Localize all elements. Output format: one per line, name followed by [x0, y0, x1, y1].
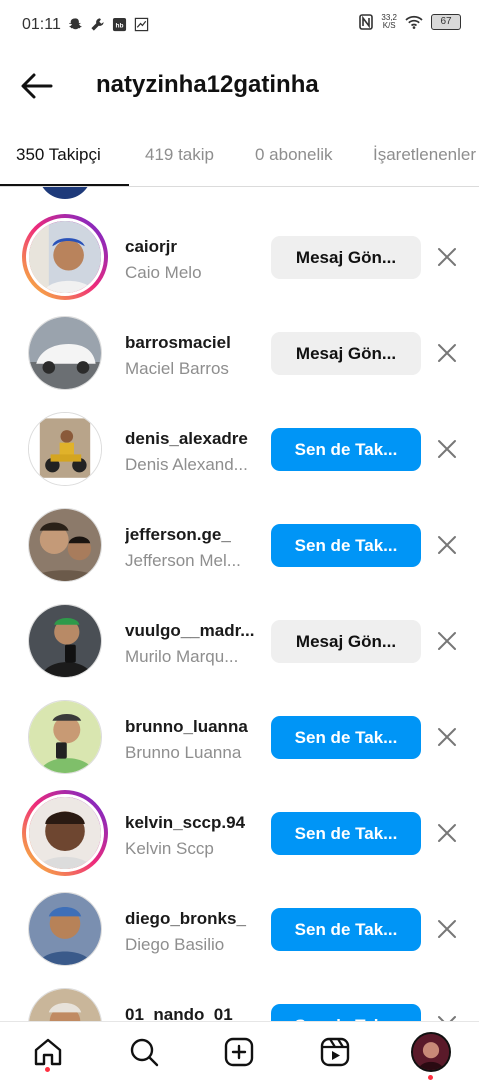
full-name: Caio Melo [125, 263, 202, 282]
list-item[interactable]: kelvin_sccp.94 Kelvin Sccp Sen de Tak... [0, 785, 479, 881]
avatar[interactable] [28, 508, 102, 582]
follow-button[interactable]: Sen de Tak... [271, 812, 421, 855]
profile-avatar[interactable] [411, 1032, 451, 1072]
close-icon[interactable] [436, 246, 458, 268]
wifi-icon [405, 15, 423, 29]
wrench-icon [91, 18, 104, 31]
avatar [38, 187, 92, 199]
avatar[interactable] [28, 316, 102, 390]
list-item[interactable]: denis_alexadre Denis Alexand... Sen de T… [0, 401, 479, 497]
username[interactable]: jefferson.ge_ [125, 525, 257, 545]
username[interactable]: brunno_luanna [125, 717, 257, 737]
notification-dot [428, 1075, 433, 1080]
tab-tagged[interactable]: İşaretlenenler [373, 145, 476, 165]
username[interactable]: barrosmaciel [125, 333, 257, 353]
username[interactable]: kelvin_sccp.94 [125, 813, 257, 833]
close-icon[interactable] [436, 630, 458, 652]
back-arrow-icon[interactable] [20, 72, 54, 100]
notification-dot [45, 1067, 50, 1072]
list-item[interactable]: caiorjr Caio Melo Mesaj Gön... [0, 209, 479, 305]
reels-icon[interactable] [319, 1036, 351, 1068]
close-icon[interactable] [436, 342, 458, 364]
list-item[interactable]: brunno_luanna Brunno Luanna Sen de Tak..… [0, 689, 479, 785]
avatar[interactable] [28, 604, 102, 678]
avatar[interactable] [28, 700, 102, 774]
tab-followers[interactable]: 350 Takipçi [16, 145, 101, 165]
full-name: Jefferson Mel... [125, 551, 241, 570]
close-icon[interactable] [436, 822, 458, 844]
full-name: Murilo Marqu... [125, 647, 239, 666]
follower-list[interactable]: caiorjr Caio Melo Mesaj Gön... barrosmac… [0, 187, 479, 1021]
active-tab-indicator [0, 184, 129, 186]
full-name: Kelvin Sccp [125, 839, 214, 858]
full-name: Brunno Luanna [125, 743, 242, 762]
close-icon[interactable] [436, 438, 458, 460]
network-speed-unit: K/S [382, 21, 396, 30]
close-icon[interactable] [436, 726, 458, 748]
full-name: Maciel Barros [125, 359, 229, 378]
message-button[interactable]: Mesaj Gön... [271, 332, 421, 375]
avatar[interactable] [28, 988, 102, 1021]
list-item[interactable]: 01_nando_01 Sen de Tak... [0, 977, 479, 1021]
list-item[interactable]: jefferson.ge_ Jefferson Mel... Sen de Ta… [0, 497, 479, 593]
avatar[interactable] [28, 892, 102, 966]
search-icon[interactable] [128, 1036, 160, 1068]
nfc-icon [359, 14, 374, 30]
status-bar: 01:11 hb 33,2 K/S 67 [0, 0, 479, 50]
close-icon[interactable] [436, 534, 458, 556]
create-icon[interactable] [223, 1036, 255, 1068]
message-button[interactable]: Mesaj Gön... [271, 236, 421, 279]
list-item[interactable]: barrosmaciel Maciel Barros Mesaj Gön... [0, 305, 479, 401]
tab-bar: 350 Takipçi 419 takip 0 abonelik İşaretl… [0, 130, 479, 187]
hb-icon: hb [112, 17, 127, 32]
full-name: Denis Alexand... [125, 455, 248, 474]
follow-button[interactable]: Sen de Tak... [271, 716, 421, 759]
avatar[interactable] [22, 790, 108, 876]
follow-button[interactable]: Sen de Tak... [271, 908, 421, 951]
page-header: natyzinha12gatinha [0, 60, 479, 112]
follow-button[interactable]: Sen de Tak... [271, 1004, 421, 1021]
username[interactable]: caiorjr [125, 237, 257, 257]
username[interactable]: denis_alexadre [125, 429, 257, 449]
status-right-icons: 33,2 K/S 67 [359, 14, 461, 30]
snapchat-icon [69, 18, 82, 30]
close-icon[interactable] [436, 918, 458, 940]
tab-subscriptions[interactable]: 0 abonelik [255, 145, 333, 165]
status-left-icons: hb [68, 17, 149, 32]
svg-text:hb: hb [116, 22, 124, 29]
list-item[interactable]: diego_bronks_ Diego Basilio Sen de Tak..… [0, 881, 479, 977]
full-name: Diego Basilio [125, 935, 225, 954]
bottom-nav [0, 1021, 479, 1081]
page-title: natyzinha12gatinha [96, 71, 319, 98]
follow-button[interactable]: Sen de Tak... [271, 524, 421, 567]
close-icon[interactable] [436, 1014, 458, 1021]
network-speed: 33,2 K/S [381, 14, 397, 30]
avatar[interactable] [28, 412, 102, 486]
follow-button[interactable]: Sen de Tak... [271, 428, 421, 471]
username[interactable]: 01_nando_01 [125, 1005, 257, 1021]
username[interactable]: vuulgo__madr... [125, 621, 257, 641]
avatar[interactable] [22, 214, 108, 300]
list-item[interactable]: vuulgo__madr... Murilo Marqu... Mesaj Gö… [0, 593, 479, 689]
home-icon[interactable] [32, 1036, 64, 1068]
status-time: 01:11 [22, 16, 61, 33]
username[interactable]: diego_bronks_ [125, 909, 257, 929]
tab-following[interactable]: 419 takip [145, 145, 214, 165]
battery-icon: 67 [431, 14, 461, 30]
chart-icon [134, 17, 149, 32]
message-button[interactable]: Mesaj Gön... [271, 620, 421, 663]
